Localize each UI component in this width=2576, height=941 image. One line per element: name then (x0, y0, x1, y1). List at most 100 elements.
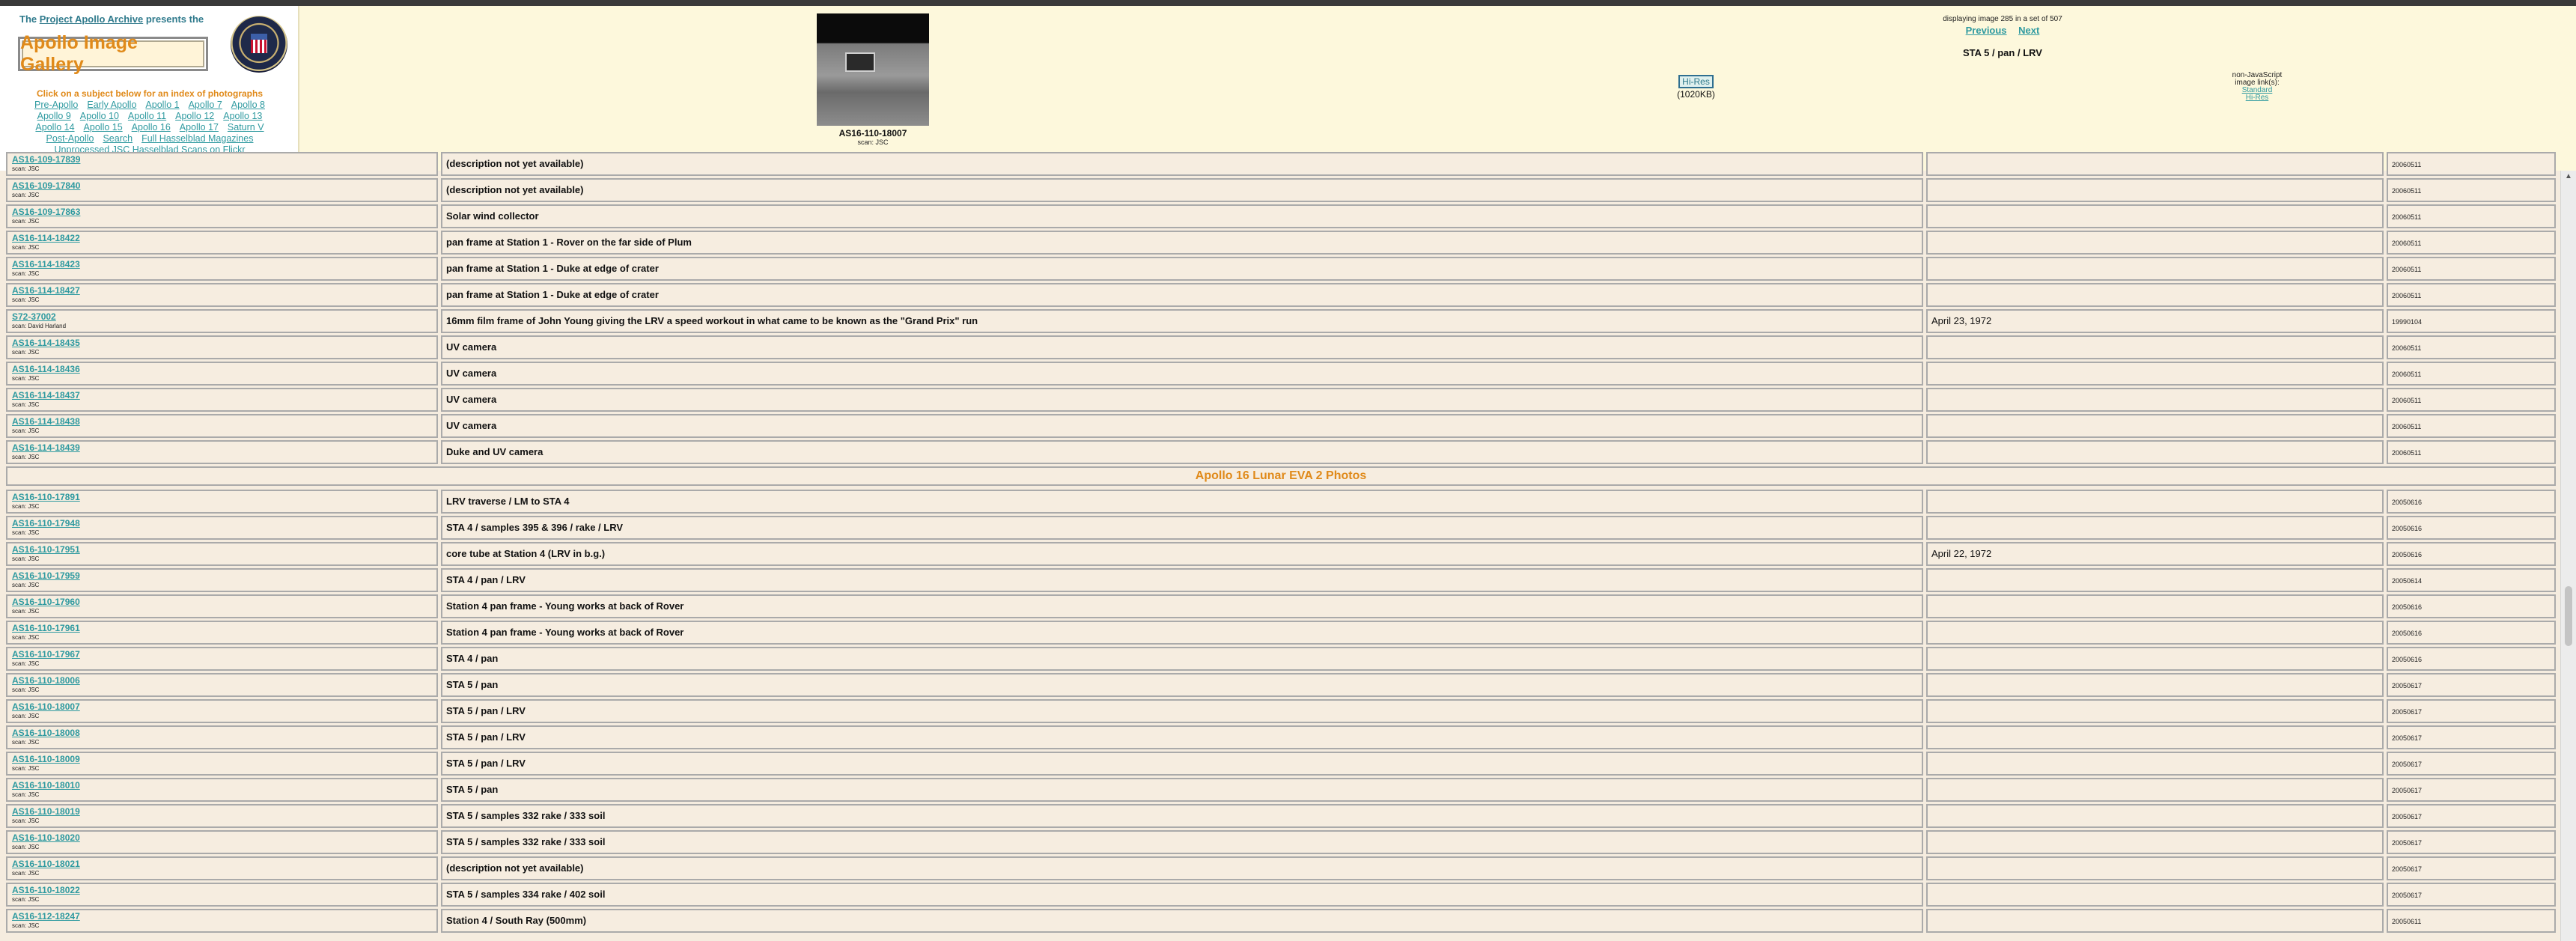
image-id-link[interactable]: AS16-114-18422 (12, 233, 80, 243)
added-date-text: 20060511 (2392, 187, 2422, 195)
subject-link[interactable]: Apollo 8 (231, 100, 265, 110)
date-cell (1926, 673, 2384, 697)
description-text: Station 4 pan frame - Young works at bac… (446, 627, 684, 638)
subject-link[interactable]: Early Apollo (87, 100, 136, 110)
added-date-cell: 20060511 (2387, 414, 2556, 438)
image-id-link[interactable]: AS16-110-17951 (12, 544, 80, 555)
subject-link[interactable]: Apollo 1 (145, 100, 179, 110)
added-date-cell: 20050617 (2387, 856, 2556, 880)
subject-link[interactable]: Apollo 10 (80, 111, 119, 121)
subject-link[interactable]: Apollo 9 (37, 111, 71, 121)
next-link[interactable]: Next (2018, 25, 2039, 36)
image-id-link[interactable]: AS16-114-18439 (12, 442, 80, 453)
table-row: AS16-110-17961 scan: JSC Station 4 pan fra… (6, 620, 2556, 645)
subject-link[interactable]: Post-Apollo (46, 133, 94, 144)
subject-links: Pre-Apollo Early Apollo Apollo 1 Apollo 7 Ap… (0, 100, 299, 156)
subject-link[interactable]: Apollo 12 (175, 111, 214, 121)
added-date-text: 20050616 (2392, 656, 2423, 663)
image-id-link[interactable]: AS16-110-18019 (12, 806, 80, 817)
image-id-link[interactable]: AS16-109-17840 (12, 180, 80, 191)
image-id-link[interactable]: AS16-114-18436 (12, 364, 80, 374)
top-dark-bar (0, 0, 2576, 6)
image-id-link[interactable]: AS16-110-18022 (12, 885, 80, 895)
current-image-preview: AS16-110-18007 scan: JSC (817, 13, 929, 146)
subject-link[interactable]: Apollo 11 (128, 111, 166, 121)
image-id-link[interactable]: AS16-110-17959 (12, 570, 80, 581)
description-cell: STA 5 / samples 332 rake / 333 soil (441, 804, 1923, 828)
image-id-link[interactable]: AS16-109-17863 (12, 207, 80, 217)
image-id-link[interactable]: AS16-110-17960 (12, 597, 80, 607)
image-id-link[interactable]: AS16-110-18008 (12, 728, 80, 738)
added-date-text: 20060511 (2392, 213, 2422, 221)
date-cell (1926, 490, 2384, 514)
added-date-text: 20050616 (2392, 499, 2423, 506)
subject-link[interactable]: Apollo 14 (35, 122, 74, 133)
project-apollo-archive-link[interactable]: Project Apollo Archive (40, 13, 143, 25)
table-row: AS16-110-18020 scan: JSC STA 5 / samples 3… (6, 829, 2556, 855)
description-cell: STA 4 / pan (441, 647, 1923, 671)
subject-link[interactable]: Apollo 15 (84, 122, 123, 133)
scan-source: scan: JSC (12, 349, 40, 356)
description-text: UV camera (446, 368, 497, 379)
image-id-link[interactable]: AS16-110-18021 (12, 859, 80, 869)
id-cell: AS16-110-17961 scan: JSC (6, 621, 438, 645)
image-id-link[interactable]: AS16-110-17891 (12, 492, 80, 502)
image-id-link[interactable]: AS16-114-18435 (12, 338, 80, 348)
description-cell: 16mm film frame of John Young giving the… (441, 309, 1923, 333)
previous-link[interactable]: Previous (1966, 25, 2007, 36)
added-date-text: 20060511 (2392, 397, 2422, 404)
scan-source: scan: JSC (12, 686, 40, 693)
hires-button[interactable]: Hi-Res (1678, 75, 1714, 88)
id-cell: AS16-114-18437 scan: JSC (6, 388, 438, 412)
image-id-link[interactable]: AS16-114-18423 (12, 259, 80, 269)
scan-source: scan: JSC (12, 844, 40, 850)
scrollbar-thumb[interactable] (2565, 586, 2572, 646)
subject-link[interactable]: Apollo 13 (223, 111, 262, 121)
subject-link[interactable]: Search (103, 133, 133, 144)
date-cell (1926, 414, 2384, 438)
image-id-link[interactable]: AS16-110-18010 (12, 780, 80, 791)
image-id-link[interactable]: AS16-110-17961 (12, 623, 80, 633)
subject-link[interactable]: Pre-Apollo (34, 100, 78, 110)
image-id-link[interactable]: S72-37002 (12, 311, 56, 322)
image-id-link[interactable]: AS16-110-17967 (12, 649, 80, 660)
image-id-link[interactable]: AS16-114-18437 (12, 390, 80, 401)
page-scrollbar[interactable]: ▲ (2560, 171, 2576, 941)
scan-source: scan: JSC (12, 817, 40, 824)
image-id-link[interactable]: AS16-110-18009 (12, 754, 80, 764)
id-cell: AS16-110-18019 scan: JSC (6, 804, 438, 828)
image-id-link[interactable]: AS16-114-18427 (12, 285, 80, 296)
table-row: S72-37002 scan: David Harland 16mm film fr… (6, 308, 2556, 334)
image-id-link[interactable]: AS16-110-17948 (12, 518, 80, 529)
added-date-text: 20050616 (2392, 551, 2423, 558)
id-cell: AS16-114-18422 scan: JSC (6, 231, 438, 255)
description-text: pan frame at Station 1 - Duke at edge of… (446, 289, 659, 300)
table-row: AS16-110-18022 scan: JSC STA 5 / samples 3… (6, 882, 2556, 907)
date-cell (1926, 178, 2384, 202)
image-id-link[interactable]: AS16-112-18247 (12, 911, 80, 922)
scroll-up-arrow-icon[interactable]: ▲ (2565, 172, 2572, 180)
image-id-link[interactable]: AS16-114-18438 (12, 416, 80, 427)
hires-link[interactable]: Hi-Res (2246, 94, 2269, 102)
id-cell: AS16-114-18439 scan: JSC (6, 440, 438, 464)
image-id-link[interactable]: AS16-110-18006 (12, 675, 80, 686)
thumbnail-image[interactable] (817, 13, 929, 126)
description-text: Solar wind collector (446, 210, 539, 222)
added-date-text: 20060511 (2392, 292, 2422, 299)
subject-link[interactable]: Saturn V (228, 122, 264, 133)
subject-link[interactable]: Apollo 7 (189, 100, 222, 110)
description-text: LRV traverse / LM to STA 4 (446, 496, 570, 507)
description-text: STA 5 / pan / LRV (446, 758, 526, 769)
image-id-link[interactable]: AS16-109-17839 (12, 154, 80, 165)
subject-link[interactable]: Apollo 17 (180, 122, 219, 133)
subject-link[interactable]: Full Hasselblad Magazines (141, 133, 253, 144)
subject-link[interactable]: Apollo 16 (132, 122, 171, 133)
image-id-link[interactable]: AS16-110-18020 (12, 832, 80, 843)
table-row: AS16-110-17960 scan: JSC Station 4 pan fra… (6, 594, 2556, 619)
added-date-text: 20050617 (2392, 813, 2423, 820)
description-cell: Solar wind collector (441, 204, 1923, 228)
description-cell: (description not yet available) (441, 152, 1923, 176)
added-date-cell: 20050617 (2387, 830, 2556, 854)
description-text: STA 5 / pan / LRV (446, 731, 526, 743)
image-id-link[interactable]: AS16-110-18007 (12, 701, 80, 712)
